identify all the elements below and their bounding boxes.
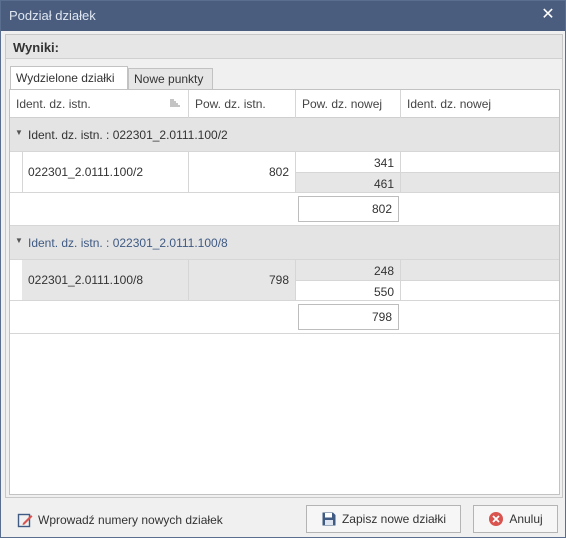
edit-icon — [17, 512, 33, 528]
cancel-label: Anuluj — [509, 512, 543, 526]
column-header-label: Ident. dz. nowej — [407, 97, 492, 111]
enter-numbers-button[interactable]: Wprowadź numery nowych działek — [17, 509, 223, 531]
ident-nowej-cell[interactable] — [401, 260, 559, 281]
results-title: Wyniki: — [13, 40, 59, 55]
group-row[interactable]: ▼ Ident. dz. istn. : 022301_2.0111.100/8 — [10, 226, 559, 260]
tab-nowe-punkty[interactable]: Nowe punkty — [128, 68, 213, 89]
dialog-window: Podział działek ✕ Wyniki: Wydzielone dzi… — [0, 0, 566, 538]
tab-wydzielone-dzialki[interactable]: Wydzielone działki — [10, 66, 128, 90]
enter-numbers-label: Wprowadź numery nowych działek — [38, 513, 223, 527]
group-footer-row — [10, 193, 559, 226]
results-panel: Wyniki: Wydzielone działki Nowe punkty I… — [5, 34, 563, 498]
floppy-icon — [321, 511, 337, 527]
save-button[interactable]: Zapisz nowe działki — [306, 505, 461, 533]
pow-nowej-cell[interactable]: 341 — [296, 152, 401, 173]
column-header-ident-istn[interactable]: Ident. dz. istn. — [10, 90, 189, 118]
ident-nowej-cell[interactable] — [401, 173, 559, 193]
results-header: Wyniki: — [6, 35, 562, 59]
ident-nowej-cell[interactable] — [401, 152, 559, 173]
ident-istn-cell[interactable]: 022301_2.0111.100/2 — [22, 152, 189, 193]
cancel-button[interactable]: Anuluj — [473, 505, 558, 533]
cancel-icon — [488, 511, 504, 527]
save-label: Zapisz nowe działki — [341, 512, 447, 526]
group-caption: Ident. dz. istn. : 022301_2.0111.100/2 — [28, 128, 228, 142]
pow-istn-cell[interactable]: 798 — [189, 260, 296, 301]
pow-nowej-cell[interactable]: 248 — [296, 260, 401, 281]
pow-istn-cell[interactable]: 802 — [189, 152, 296, 193]
window-title: Podział działek — [9, 8, 96, 23]
column-header-pow-nowej[interactable]: Pow. dz. nowej — [296, 90, 401, 118]
dialog-footer: Wprowadź numery nowych działek Zapisz no… — [1, 501, 565, 537]
pow-nowej-cell[interactable]: 550 — [296, 281, 401, 301]
title-bar: Podział działek ✕ — [1, 1, 565, 31]
chevron-down-icon[interactable]: ▼ — [15, 236, 23, 245]
group-footer-row — [10, 301, 559, 334]
grid-header: Ident. dz. istn. Pow. dz. istn. Pow. dz.… — [10, 90, 559, 118]
ident-istn-cell[interactable]: 022301_2.0111.100/8 — [22, 260, 189, 301]
pow-nowej-cell[interactable]: 461 — [296, 173, 401, 193]
sort-icon[interactable] — [170, 99, 180, 109]
group-sum-value: 798 — [298, 304, 399, 330]
group-caption: Ident. dz. istn. : 022301_2.0111.100/8 — [28, 236, 228, 250]
parcels-grid: Ident. dz. istn. Pow. dz. istn. Pow. dz.… — [9, 89, 560, 495]
column-header-label: Ident. dz. istn. — [16, 97, 91, 111]
column-header-label: Pow. dz. nowej — [302, 97, 383, 111]
column-header-label: Pow. dz. istn. — [195, 97, 266, 111]
chevron-down-icon[interactable]: ▼ — [15, 128, 23, 137]
column-header-ident-nowej[interactable]: Ident. dz. nowej — [401, 90, 559, 118]
group-sum-value: 802 — [298, 196, 399, 222]
ident-nowej-cell[interactable] — [401, 281, 559, 301]
group-row[interactable]: ▼ Ident. dz. istn. : 022301_2.0111.100/2 — [10, 118, 559, 152]
close-icon[interactable]: ✕ — [539, 6, 557, 24]
column-header-pow-istn[interactable]: Pow. dz. istn. — [189, 90, 296, 118]
